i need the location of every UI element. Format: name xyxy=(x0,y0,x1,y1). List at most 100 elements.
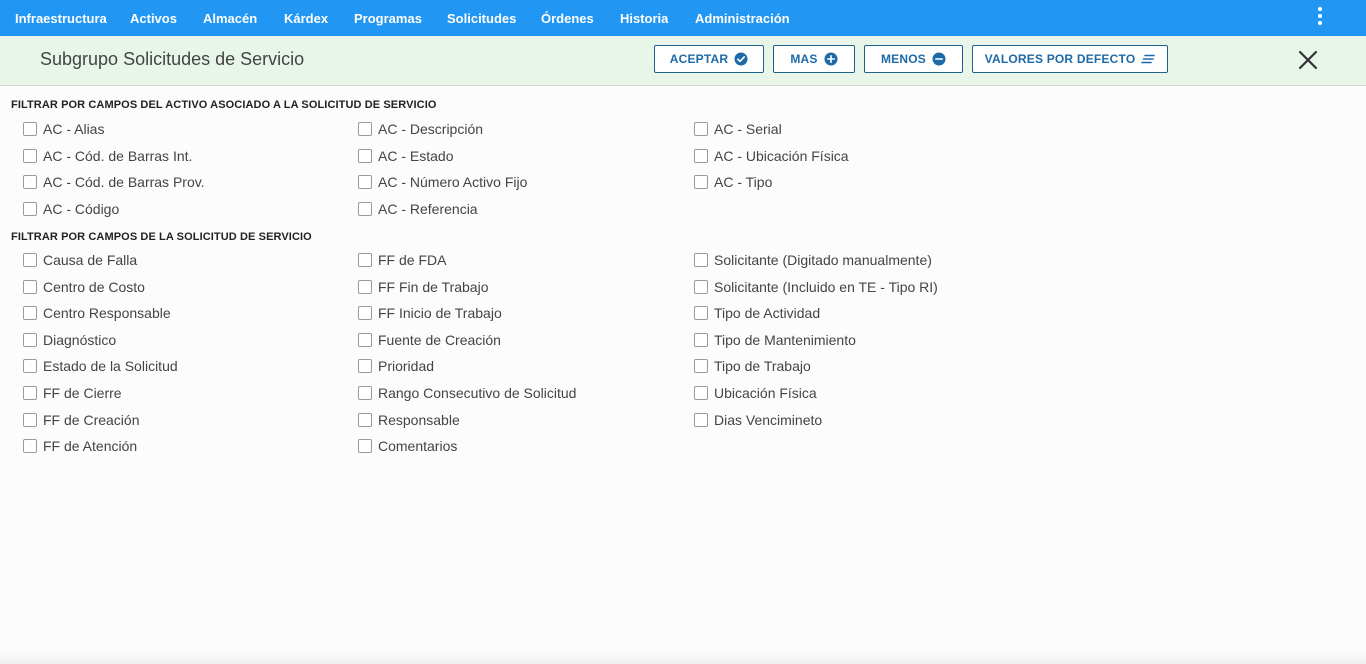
less-button[interactable]: MENOS xyxy=(864,45,963,73)
more-button-label: MAS xyxy=(790,52,818,66)
checkbox[interactable] xyxy=(23,253,37,267)
filter-option[interactable]: AC - Código xyxy=(23,199,119,219)
option-label: Diagnóstico xyxy=(43,331,117,348)
checkbox[interactable] xyxy=(23,332,37,347)
filter-option[interactable]: AC - Cód. de Barras Prov. xyxy=(23,172,205,192)
checkbox[interactable] xyxy=(694,386,708,400)
checkbox[interactable] xyxy=(694,359,708,374)
option-label: AC - Cód. de Barras Int. xyxy=(43,147,193,164)
nav-solicitudes[interactable]: Solicitudes xyxy=(447,0,516,36)
checkbox[interactable] xyxy=(23,412,37,427)
more-button[interactable]: MAS xyxy=(773,45,855,73)
filter-option[interactable]: Solicitante (Incluido en TE - Tipo RI) xyxy=(694,277,938,297)
filter-option[interactable]: Tipo de Mantenimiento xyxy=(694,330,856,350)
checkbox[interactable] xyxy=(23,359,37,374)
checkbox[interactable] xyxy=(358,175,372,190)
checkbox[interactable] xyxy=(23,279,37,294)
filter-option[interactable]: FF de Atención xyxy=(23,436,137,456)
dialog-header: Subgrupo Solicitudes de Servicio ACEPTAR… xyxy=(0,36,1366,86)
checkbox[interactable] xyxy=(694,122,708,136)
filter-option[interactable]: Fuente de Creación xyxy=(358,330,501,350)
filter-option[interactable]: AC - Número Activo Fijo xyxy=(358,172,527,192)
filter-option[interactable]: AC - Tipo xyxy=(694,172,772,192)
checkbox[interactable] xyxy=(358,386,372,400)
filter-option[interactable]: Prioridad xyxy=(358,356,434,376)
nav-activos[interactable]: Activos xyxy=(130,0,177,36)
close-icon[interactable] xyxy=(1298,50,1318,70)
filter-option[interactable]: AC - Descripción xyxy=(358,119,483,139)
filter-option[interactable]: Centro Responsable xyxy=(23,303,171,323)
filter-option[interactable]: Solicitante (Digitado manualmente) xyxy=(694,250,932,270)
option-label: Centro Responsable xyxy=(43,305,171,322)
footer-fade xyxy=(0,652,1366,664)
checkbox[interactable] xyxy=(23,148,37,163)
checkbox[interactable] xyxy=(358,279,372,294)
filter-option[interactable]: Responsable xyxy=(358,410,460,430)
checkbox[interactable] xyxy=(358,253,372,267)
option-label: FF de Atención xyxy=(43,438,138,455)
nav-almacen[interactable]: Almacén xyxy=(203,0,257,36)
checkbox[interactable] xyxy=(23,122,37,136)
option-label: Tipo de Actividad xyxy=(714,305,821,322)
option-label: Prioridad xyxy=(378,358,435,375)
checkbox[interactable] xyxy=(358,201,372,216)
filter-option[interactable]: FF Inicio de Trabajo xyxy=(358,303,502,323)
filter-option[interactable]: FF de Creación xyxy=(23,410,139,430)
nav-infraestructura[interactable]: Infraestructura xyxy=(15,0,107,36)
filter-option[interactable]: Rango Consecutivo de Solicitud xyxy=(358,383,576,403)
filter-option[interactable]: AC - Referencia xyxy=(358,199,478,219)
checkbox[interactable] xyxy=(358,439,372,454)
option-label: AC - Serial xyxy=(714,121,782,137)
checkbox[interactable] xyxy=(23,306,37,321)
accept-button[interactable]: ACEPTAR xyxy=(654,45,764,73)
filter-option[interactable]: AC - Serial xyxy=(694,119,782,139)
nav-kardex[interactable]: Kárdex xyxy=(284,0,328,36)
filter-option[interactable]: AC - Cód. de Barras Int. xyxy=(23,146,192,166)
option-label: Rango Consecutivo de Solicitud xyxy=(378,385,577,401)
filter-option[interactable]: Ubicación Física xyxy=(694,383,817,403)
filter-option[interactable]: Tipo de Actividad xyxy=(694,303,820,323)
checkbox[interactable] xyxy=(23,439,37,454)
default-values-button[interactable]: VALORES POR DEFECTO xyxy=(972,45,1168,73)
filter-option[interactable]: FF de FDA xyxy=(358,250,446,270)
checkbox[interactable] xyxy=(694,306,708,321)
filter-option[interactable]: Tipo de Trabajo xyxy=(694,356,811,376)
filter-option[interactable]: Causa de Falla xyxy=(23,250,137,270)
nav-ordenes[interactable]: Órdenes xyxy=(541,0,594,36)
nav-programas[interactable]: Programas xyxy=(354,0,422,36)
checkbox[interactable] xyxy=(694,332,708,347)
checkbox[interactable] xyxy=(358,148,372,163)
checkbox[interactable] xyxy=(694,412,708,427)
checkbox[interactable] xyxy=(23,201,37,216)
checkbox[interactable] xyxy=(358,359,372,374)
option-label: Fuente de Creación xyxy=(378,331,501,348)
filter-option[interactable]: FF Fin de Trabajo xyxy=(358,277,489,297)
checkbox[interactable] xyxy=(23,386,37,400)
more-vertical-icon[interactable] xyxy=(1312,6,1328,26)
filter-option[interactable]: FF de Cierre xyxy=(23,383,122,403)
filter-option[interactable]: Estado de la Solicitud xyxy=(23,356,178,376)
filter-option[interactable]: Centro de Costo xyxy=(23,277,145,297)
top-nav: Infraestructura Activos Almacén Kárdex P… xyxy=(0,0,1366,36)
checkbox[interactable] xyxy=(23,175,37,190)
filter-option[interactable]: Dias Vencimineto xyxy=(694,410,822,430)
lines-icon xyxy=(1141,54,1156,64)
checkbox[interactable] xyxy=(358,412,372,427)
filter-option[interactable]: AC - Estado xyxy=(358,146,453,166)
option-label: Tipo de Mantenimiento xyxy=(714,331,856,348)
checkbox[interactable] xyxy=(694,253,708,267)
checkbox[interactable] xyxy=(694,279,708,294)
checkbox[interactable] xyxy=(358,332,372,347)
filter-option[interactable]: AC - Ubicación Física xyxy=(694,146,849,166)
section-title-asset: FILTRAR POR CAMPOS DEL ACTIVO ASOCIADO A… xyxy=(11,99,437,111)
checkbox[interactable] xyxy=(694,175,708,190)
option-label: AC - Descripción xyxy=(378,121,484,137)
nav-administracion[interactable]: Administración xyxy=(695,0,790,36)
filter-option[interactable]: Comentarios xyxy=(358,436,457,456)
filter-option[interactable]: AC - Alias xyxy=(23,119,104,139)
checkbox[interactable] xyxy=(358,306,372,321)
checkbox[interactable] xyxy=(358,122,372,136)
filter-option[interactable]: Diagnóstico xyxy=(23,330,116,350)
nav-historia[interactable]: Historia xyxy=(620,0,668,36)
checkbox[interactable] xyxy=(694,148,708,163)
